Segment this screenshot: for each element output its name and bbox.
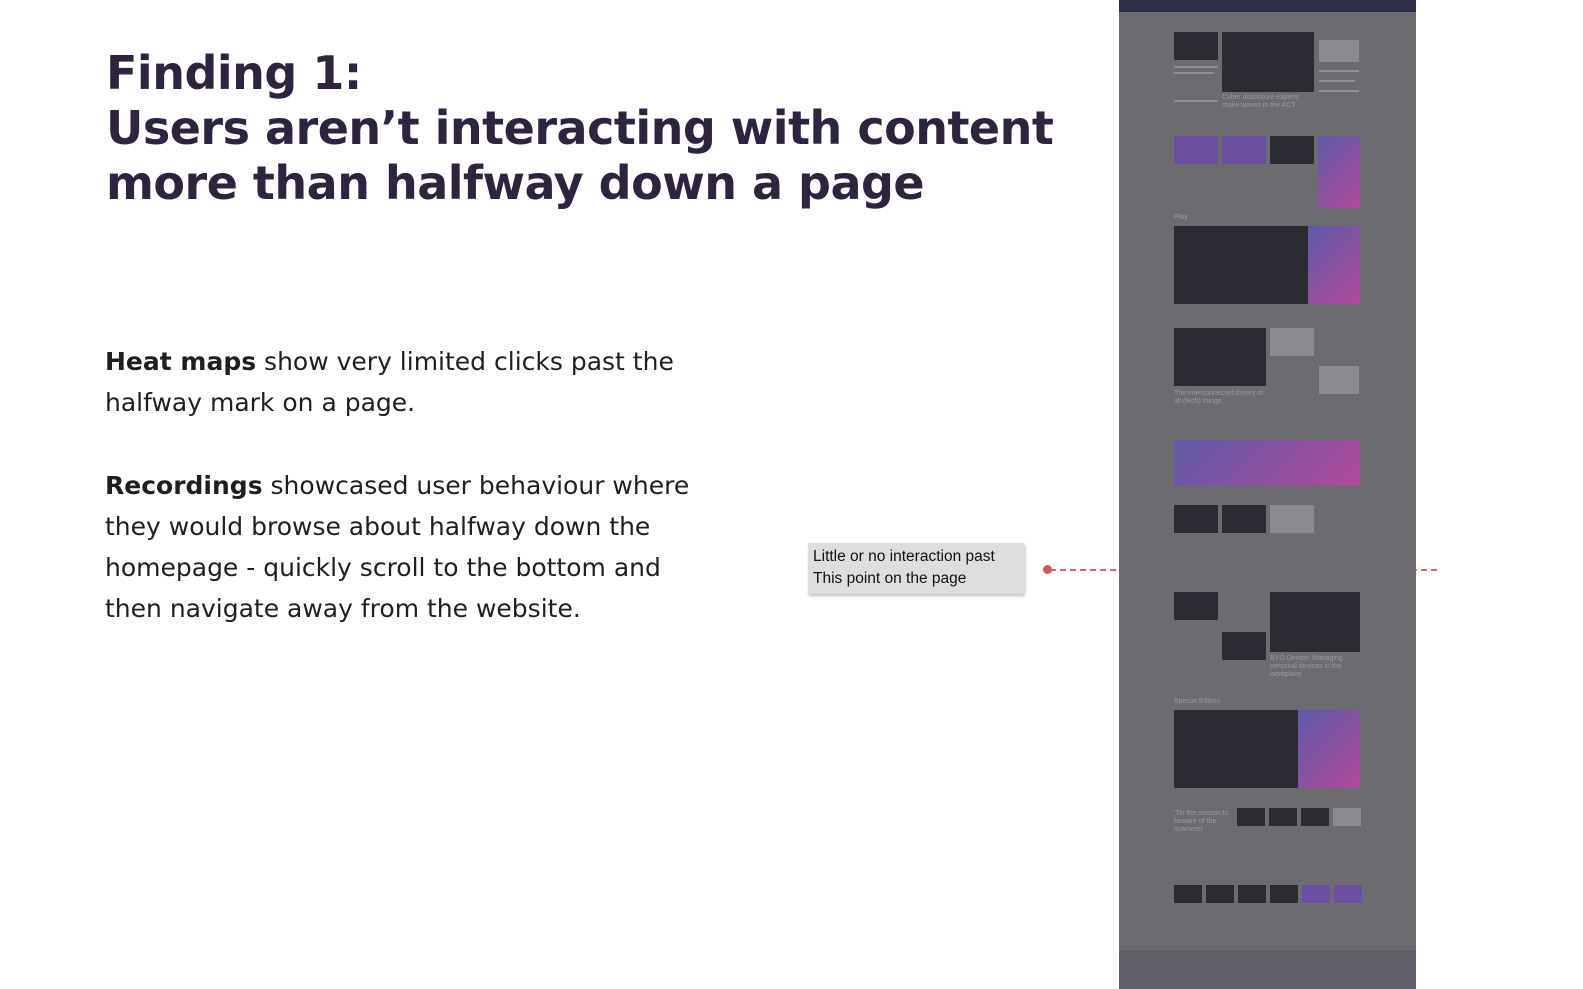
thumb-video-ad	[1308, 226, 1360, 304]
thumb-nav-bar	[1119, 0, 1416, 12]
thumb-special-ad	[1298, 710, 1360, 788]
homepage-heatmap-screenshot: Cyber disclosure experts make waves in t…	[1119, 0, 1416, 989]
heatmap-paragraph: Heat maps show very limited clicks past …	[105, 341, 705, 423]
thumb-image	[1174, 32, 1218, 60]
thumb-image	[1174, 136, 1218, 164]
thumb-image	[1222, 136, 1266, 164]
page-title: Finding 1: Users aren’t interacting with…	[106, 46, 1054, 211]
interaction-callout: Little or no interaction past This point…	[808, 543, 1024, 594]
thumb-image	[1319, 366, 1359, 394]
thumb-image	[1270, 136, 1314, 164]
thumb-footer	[1119, 950, 1416, 989]
thumb-section-play: Play	[1174, 214, 1188, 221]
thumb-image	[1270, 885, 1298, 903]
thumb-image	[1333, 808, 1361, 826]
slide: Finding 1: Users aren’t interacting with…	[0, 0, 1583, 989]
thumb-headline-1: Cyber disclosure experts make waves in t…	[1222, 94, 1300, 109]
thumb-text	[1319, 80, 1355, 82]
thumb-headline-4: 'Tis the season to beware of the scammer	[1174, 810, 1229, 833]
thumb-ad	[1318, 136, 1360, 208]
thumb-image	[1222, 632, 1266, 660]
thumb-image	[1270, 592, 1360, 652]
thumb-image	[1174, 505, 1218, 533]
thumb-image	[1301, 808, 1329, 826]
thumb-text	[1174, 72, 1214, 74]
thumb-text	[1319, 90, 1359, 92]
thumb-text	[1174, 100, 1218, 102]
thumb-special-image	[1174, 710, 1298, 788]
thumb-video	[1174, 226, 1308, 304]
thumb-text	[1319, 70, 1359, 72]
thumb-image	[1174, 592, 1218, 620]
title-line-3: more than halfway down a page	[106, 156, 925, 210]
thumb-text	[1174, 66, 1218, 68]
heatmap-bold: Heat maps	[105, 347, 257, 376]
thumb-hero-image	[1222, 32, 1314, 92]
thumb-image	[1269, 808, 1297, 826]
thumb-image	[1237, 808, 1265, 826]
thumb-image	[1334, 885, 1362, 903]
thumb-image	[1302, 885, 1330, 903]
thumb-image	[1174, 885, 1202, 903]
callout-line-2: This point on the page	[813, 570, 967, 587]
thumb-image	[1270, 505, 1314, 533]
thumb-headline-3: BYO Device: Managing personal devices in…	[1270, 655, 1343, 678]
thumb-image	[1319, 40, 1359, 62]
title-line-1: Finding 1:	[106, 46, 362, 100]
thumb-image	[1222, 505, 1266, 533]
thumb-image	[1270, 328, 1314, 356]
thumb-image	[1174, 328, 1266, 386]
recordings-bold: Recordings	[105, 471, 263, 500]
callout-line-1: Little or no interaction past	[813, 548, 995, 565]
thumb-section-special: Special Edition	[1174, 698, 1221, 705]
thumb-headline-2: The interconnected theory of all (tech) …	[1174, 390, 1264, 405]
thumb-banner	[1174, 440, 1360, 486]
thumb-image	[1238, 885, 1266, 903]
thumb-image	[1206, 885, 1234, 903]
title-line-2: Users aren’t interacting with content	[106, 101, 1054, 155]
recordings-paragraph: Recordings showcased user behaviour wher…	[105, 465, 705, 629]
